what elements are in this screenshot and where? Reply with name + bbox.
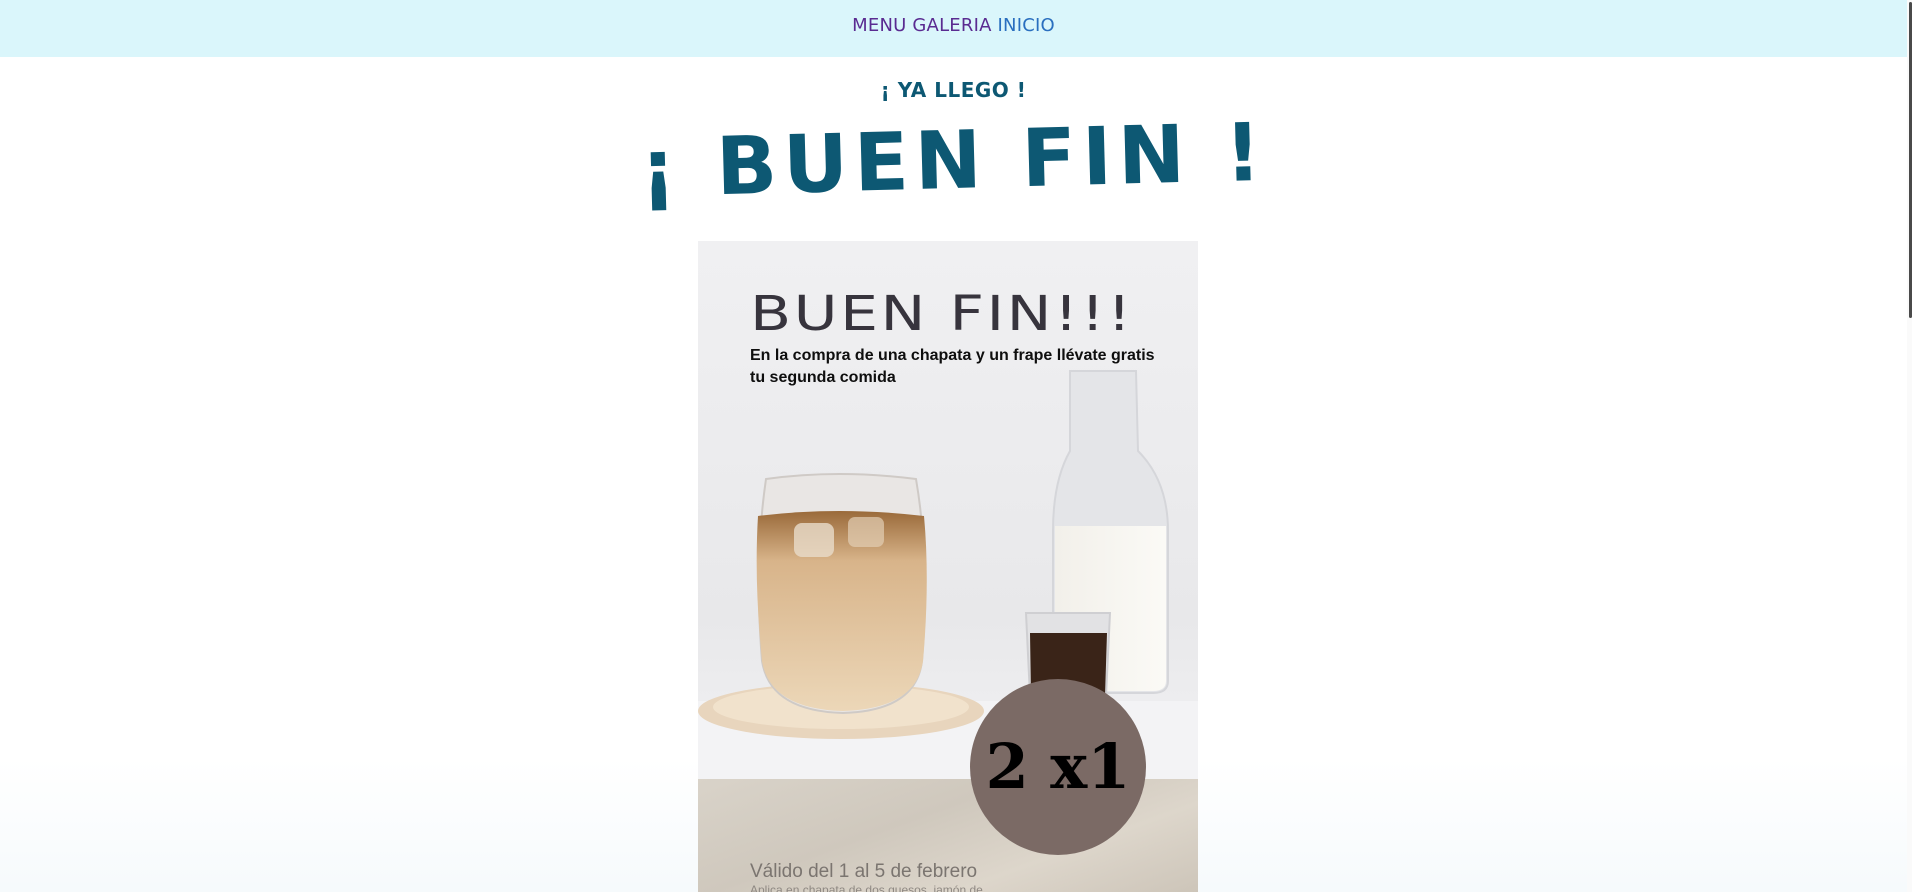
poster-title: BUEN FIN!!! (750, 286, 1134, 342)
applies-to-text: Aplica en chapata de dos quesos, jamón d… (750, 883, 983, 892)
nav-links: MENU GALERIA INICIO (0, 15, 1907, 36)
nav-link-inicio[interactable]: INICIO (998, 15, 1055, 36)
top-navigation: MENU GALERIA INICIO (0, 0, 1912, 57)
nav-link-menu[interactable]: MENU (852, 15, 906, 36)
validity-text: Válido del 1 al 5 de febrero (750, 861, 978, 882)
hero-headline: ¡ BUEN FIN ! (638, 105, 1269, 216)
poster-offer-text: En la compra de una chapata y un frape l… (750, 347, 1155, 386)
promo-poster: BUEN FIN!!! En la compra de una chapata … (698, 241, 1198, 892)
nav-link-galeria[interactable]: GALERIA (912, 15, 991, 36)
scrollbar[interactable] (1907, 0, 1912, 892)
two-for-one-badge: 2 x1 (970, 679, 1146, 855)
